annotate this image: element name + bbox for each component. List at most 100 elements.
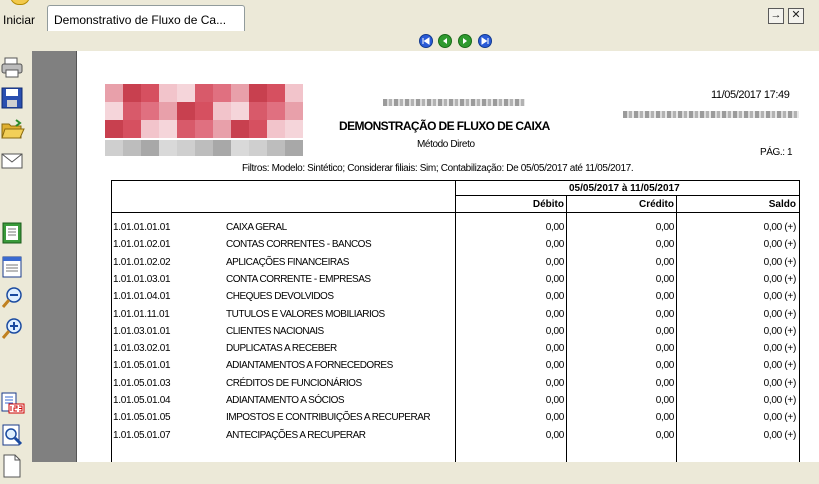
logo-pixel: [177, 102, 195, 120]
last-page-button[interactable]: [478, 34, 492, 48]
balance-value: 0,00 (+): [763, 377, 797, 389]
forward-window-button[interactable]: →: [768, 8, 784, 24]
print-button[interactable]: [0, 55, 26, 81]
logo-pixel: [123, 140, 141, 156]
zoom-in-button[interactable]: [0, 316, 26, 342]
top-tab-bar: Iniciar Demonstrativo de Fluxo de Ca... …: [0, 0, 819, 32]
save-button[interactable]: [0, 86, 26, 112]
debit-value: 0,00: [545, 412, 565, 424]
table-row: 1.01.01.01.01 CAIXA GERAL 0,00 0,00 0,00 (+): [111, 219, 800, 236]
debit-value: 0,00: [545, 395, 565, 406]
close-tab-button[interactable]: ✕: [788, 8, 804, 24]
export-button[interactable]: [0, 453, 26, 479]
period-header: 05/05/2017 à 11/05/2017: [569, 183, 680, 194]
page-setup-button[interactable]: [0, 254, 26, 280]
logo-pixel: [285, 84, 303, 102]
balance-value: 0,00 (+): [763, 395, 797, 406]
logo-pixel: [267, 140, 285, 156]
debit-value: 0,00: [545, 256, 565, 268]
zoom-out-icon: [1, 287, 22, 308]
logo-pixel: [195, 120, 213, 138]
arrow-right-icon: →: [770, 9, 782, 21]
first-page-button[interactable]: [419, 34, 433, 48]
balance-value: 0,00 (+): [763, 412, 797, 424]
company-logo-blurred: [105, 84, 307, 159]
logo-pixel: [249, 120, 267, 138]
table-row: 1.01.05.01.03 CRÉDITOS DE FUNCIONÁRIOS 0,0…: [111, 375, 800, 392]
logo-pixel: [123, 120, 141, 138]
go-to-page-button[interactable]: [0, 391, 26, 417]
account-description: CHEQUES DEVOLVIDOS: [226, 291, 334, 303]
logo-pixel: [105, 120, 123, 138]
left-toolbar: [0, 51, 32, 478]
redacted-company-info: [623, 111, 799, 118]
debit-value: 0,00: [545, 325, 565, 337]
credit-value: 0,00: [655, 412, 675, 424]
account-description: CONTA CORRENTE - EMPRESAS: [226, 273, 371, 285]
credit-value: 0,00: [655, 239, 675, 251]
open-folder-icon: [1, 119, 25, 139]
debit-value: 0,00: [545, 291, 565, 303]
envelope-icon: [1, 153, 23, 169]
tab-demonstrativo-fluxo-caixa[interactable]: Demonstrativo de Fluxo de Ca...: [47, 5, 245, 32]
zoom-in-icon: [1, 318, 22, 339]
open-button[interactable]: [0, 117, 26, 143]
previous-page-button[interactable]: [438, 34, 452, 48]
credit-value: 0,00: [655, 360, 675, 372]
logo-pixel: [195, 140, 213, 156]
logo-pixel: [177, 84, 195, 102]
account-code: 1.01.05.01.04: [113, 395, 171, 406]
credit-value: 0,00: [655, 273, 675, 285]
logo-pixel: [231, 140, 249, 156]
start-button[interactable]: Iniciar: [0, 0, 44, 31]
logo-pixel: [213, 140, 231, 156]
logo-pixel: [159, 102, 177, 120]
cash-flow-table: 05/05/2017 à 11/05/2017 Débito Crédito S…: [111, 163, 800, 462]
logo-pixel: [177, 140, 195, 156]
balance-value: 0,00 (+): [763, 256, 797, 268]
logo-pixel: [213, 102, 231, 120]
balance-value: 0,00 (+): [763, 222, 797, 233]
account-description: TUTULOS E VALORES MOBILIARIOS: [226, 308, 385, 320]
find-button[interactable]: [0, 423, 26, 449]
find-icon: [2, 424, 23, 446]
next-page-button[interactable]: [458, 34, 472, 48]
account-code: 1.01.01.01.01: [113, 222, 171, 233]
logo-pixel: [177, 120, 195, 138]
logo-pixel: [123, 84, 141, 102]
report-subtitle: Método Direto: [417, 139, 475, 150]
logo-pixel: [285, 120, 303, 138]
zoom-out-button[interactable]: [0, 285, 26, 311]
credit-value: 0,00: [655, 308, 675, 320]
single-page-button[interactable]: [0, 221, 26, 247]
logo-pixel: [159, 120, 177, 138]
debit-value: 0,00: [545, 222, 565, 233]
table-row: 1.01.05.01.01 ADIANTAMENTOS A FORNECEDORE…: [111, 357, 800, 374]
account-description: CONTAS CORRENTES - BANCOS: [226, 239, 372, 251]
account-code: 1.01.03.02.01: [113, 343, 171, 355]
page-navigation-bar: [0, 31, 819, 51]
email-button[interactable]: [0, 148, 26, 174]
logo-pixel: [213, 84, 231, 102]
table-row: 1.01.03.02.01 DUPLICATAS A RECEBER 0,00 0,0…: [111, 340, 800, 357]
floppy-disk-icon: [1, 87, 23, 109]
logo-pixel: [105, 140, 123, 156]
account-description: CAIXA GERAL: [226, 222, 287, 233]
credit-value: 0,00: [655, 222, 675, 233]
period-underline: [455, 195, 800, 196]
account-description: ADIANTAMENTOS A FORNECEDORES: [226, 360, 393, 372]
report-viewer[interactable]: 11/05/2017 17:49 DEMONSTRAÇÃO DE FLUXO D…: [32, 51, 819, 462]
account-code: 1.01.01.02.02: [113, 256, 171, 268]
table-row: 1.01.05.01.05 IMPOSTOS E CONTRIBUIÇÕES A …: [111, 409, 800, 426]
table-row: 1.01.01.02.01 CONTAS CORRENTES - BANCOS 0,…: [111, 236, 800, 253]
table-row: 1.01.01.02.02 APLICAÇÕES FINANCEIRAS 0,00 0…: [111, 254, 800, 271]
page-setup-icon: [2, 256, 22, 278]
logo-pixel: [285, 140, 303, 156]
logo-pixel: [141, 120, 159, 138]
account-code: 1.01.01.04.01: [113, 291, 171, 303]
account-description: ADIANTAMENTO A SÓCIOS: [226, 395, 345, 406]
logo-pixel: [123, 102, 141, 120]
balance-value: 0,00 (+): [763, 308, 797, 320]
balance-value: 0,00 (+): [763, 325, 797, 337]
start-icon: [10, 0, 30, 5]
